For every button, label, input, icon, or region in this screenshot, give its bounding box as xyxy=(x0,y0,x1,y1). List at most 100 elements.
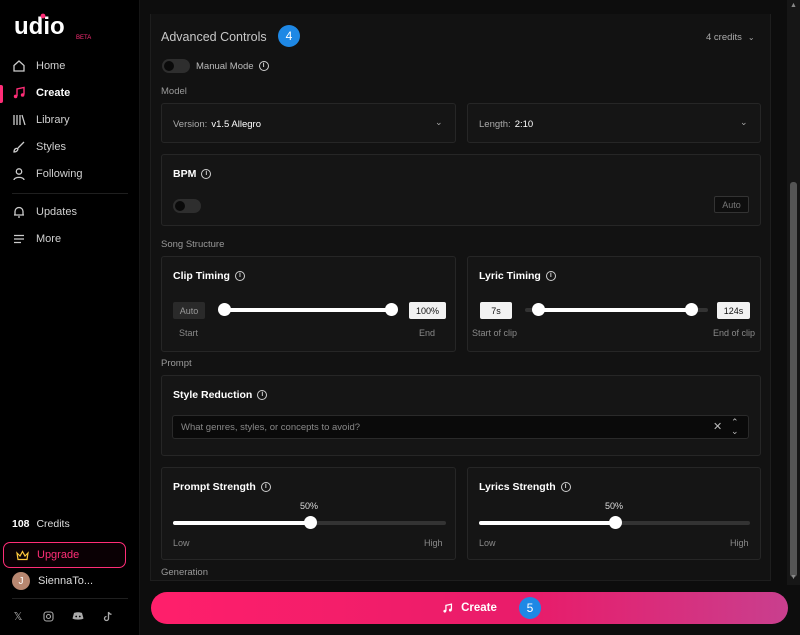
bpm-title: BPM i xyxy=(173,168,212,180)
lyric-start-value[interactable]: 7s xyxy=(480,302,512,319)
sidebar-item-label: Create xyxy=(36,87,71,99)
prompt-strength-card: Prompt Strength i 50% Low High xyxy=(161,467,456,560)
lyrics-strength-card: Lyrics Strength i 50% Low High xyxy=(467,467,761,560)
clip-timing-title: Clip Timing i xyxy=(173,270,245,282)
scroll-thumb[interactable] xyxy=(790,182,797,577)
bpm-toggle[interactable] xyxy=(173,199,201,213)
lyric-start-handle[interactable] xyxy=(532,303,545,316)
sidebar-item-create[interactable]: Create xyxy=(12,82,70,104)
clip-start-label: Start xyxy=(179,328,199,338)
lyric-end-value[interactable]: 124s xyxy=(717,302,750,319)
brush-icon xyxy=(13,141,25,153)
credits-count: 108 xyxy=(12,518,30,530)
scroll-up-arrow[interactable]: ▲ xyxy=(790,2,797,9)
bpm-auto-field[interactable]: Auto xyxy=(714,196,749,213)
user-profile[interactable]: J SiennaTo... xyxy=(12,572,93,590)
credits-label: Credits xyxy=(36,518,70,530)
upgrade-label: Upgrade xyxy=(37,549,80,561)
lyric-end-handle[interactable] xyxy=(685,303,698,316)
info-icon[interactable]: i xyxy=(201,169,212,180)
clip-start-value[interactable]: Auto xyxy=(173,302,205,319)
clip-start-handle[interactable] xyxy=(218,303,231,316)
lyrics-strength-handle[interactable] xyxy=(609,516,622,529)
style-reduction-input[interactable] xyxy=(181,419,701,435)
udio-logo[interactable]: udio BETA xyxy=(14,10,104,44)
tiktok-icon[interactable] xyxy=(102,610,114,622)
prompt-strength-handle[interactable] xyxy=(304,516,317,529)
credits-cost[interactable]: 4 credits ⌄ xyxy=(706,32,755,43)
info-icon[interactable]: i xyxy=(257,390,268,401)
info-icon[interactable]: i xyxy=(560,482,571,493)
lyrics-strength-high-label: High xyxy=(730,538,749,548)
music-note-icon xyxy=(443,602,453,613)
prompt-strength-value: 50% xyxy=(300,501,319,511)
bpm-card: BPM i Auto xyxy=(161,154,761,226)
prompt-strength-fill xyxy=(173,521,310,525)
sidebar-item-more[interactable]: More xyxy=(12,228,61,250)
crown-icon xyxy=(16,549,29,560)
credits-cost-label: 4 credits xyxy=(706,32,742,43)
advanced-controls-title[interactable]: Advanced Controls xyxy=(161,30,267,44)
version-select[interactable]: Version: v1.5 Allegro ⌄ xyxy=(161,103,456,143)
scrollbar[interactable]: ▲ ▼ xyxy=(787,0,800,585)
scroll-down-arrow[interactable]: ▼ xyxy=(790,574,797,581)
menu-icon xyxy=(14,234,24,244)
length-value: 2:10 xyxy=(514,119,534,130)
lyric-timing-card: Lyric Timing i 7s 124s Start of clip End … xyxy=(467,256,761,352)
sidebar-item-library[interactable]: Library xyxy=(12,109,70,131)
clip-timing-range xyxy=(224,308,392,312)
create-button[interactable]: Create xyxy=(151,592,788,624)
info-icon[interactable]: i xyxy=(545,271,556,282)
svg-text:udio: udio xyxy=(14,13,65,40)
sidebar-item-label: Library xyxy=(36,114,70,126)
clip-end-value[interactable]: 100% xyxy=(409,302,446,319)
user-icon xyxy=(13,168,25,181)
svg-text:BETA: BETA xyxy=(76,35,91,41)
lyric-end-label: End of clip xyxy=(713,328,756,338)
step-badge-5: 5 xyxy=(519,597,541,619)
clip-timing-title-text: Clip Timing xyxy=(173,270,230,282)
logo-graphic: udio BETA xyxy=(14,13,91,41)
prompt-section-label: Prompt xyxy=(161,358,192,369)
sidebar-item-label: Following xyxy=(36,168,83,180)
clear-icon[interactable]: ✕ xyxy=(713,420,722,433)
sidebar-item-label: Styles xyxy=(36,141,66,153)
prompt-strength-high-label: High xyxy=(424,538,443,548)
prompt-strength-title-text: Prompt Strength xyxy=(173,481,256,493)
sidebar-item-label: More xyxy=(36,233,62,245)
sidebar-item-updates[interactable]: Updates xyxy=(12,201,77,223)
info-icon[interactable]: i xyxy=(260,482,271,493)
manual-mode-toggle[interactable] xyxy=(162,59,190,73)
sidebar: udio BETA Home Create Library Styles Fol… xyxy=(0,0,140,635)
version-value: v1.5 Allegro xyxy=(211,119,261,130)
chevron-down-icon: ⌄ xyxy=(435,117,443,127)
home-icon xyxy=(13,60,25,72)
sidebar-divider xyxy=(12,598,128,599)
user-name: SiennaTo... xyxy=(38,575,94,587)
sidebar-item-styles[interactable]: Styles xyxy=(12,136,66,158)
lyrics-strength-title-text: Lyrics Strength xyxy=(479,481,556,493)
upgrade-button[interactable]: Upgrade xyxy=(3,542,126,568)
length-label: Length: xyxy=(479,119,511,130)
x-icon[interactable]: 𝕏 xyxy=(12,610,24,623)
version-select-text: Version: v1.5 Allegro xyxy=(173,119,261,130)
lyric-timing-title: Lyric Timing i xyxy=(479,270,556,282)
active-nav-indicator xyxy=(0,85,3,103)
chevron-up-down-icon[interactable]: ⌃ ⌄ xyxy=(731,418,739,436)
clip-end-handle[interactable] xyxy=(385,303,398,316)
style-reduction-input-box[interactable]: ✕ ⌃⌄ xyxy=(172,415,749,439)
discord-icon[interactable] xyxy=(72,610,84,622)
step-badge-4: 4 xyxy=(278,25,300,47)
sidebar-divider xyxy=(12,193,128,194)
sidebar-item-following[interactable]: Following xyxy=(12,163,82,185)
sidebar-item-home[interactable]: Home xyxy=(12,55,65,77)
prompt-strength-title: Prompt Strength i xyxy=(173,481,271,493)
info-icon[interactable]: i xyxy=(258,61,269,72)
info-icon[interactable]: i xyxy=(234,271,245,282)
instagram-icon[interactable] xyxy=(42,610,54,622)
lyrics-strength-fill xyxy=(479,521,615,525)
length-select[interactable]: Length: 2:10 ⌄ xyxy=(467,103,761,143)
chevron-down-icon: ⌄ xyxy=(740,117,748,127)
chevron-down-icon: ⌄ xyxy=(747,33,755,42)
social-links: 𝕏 xyxy=(12,610,114,623)
